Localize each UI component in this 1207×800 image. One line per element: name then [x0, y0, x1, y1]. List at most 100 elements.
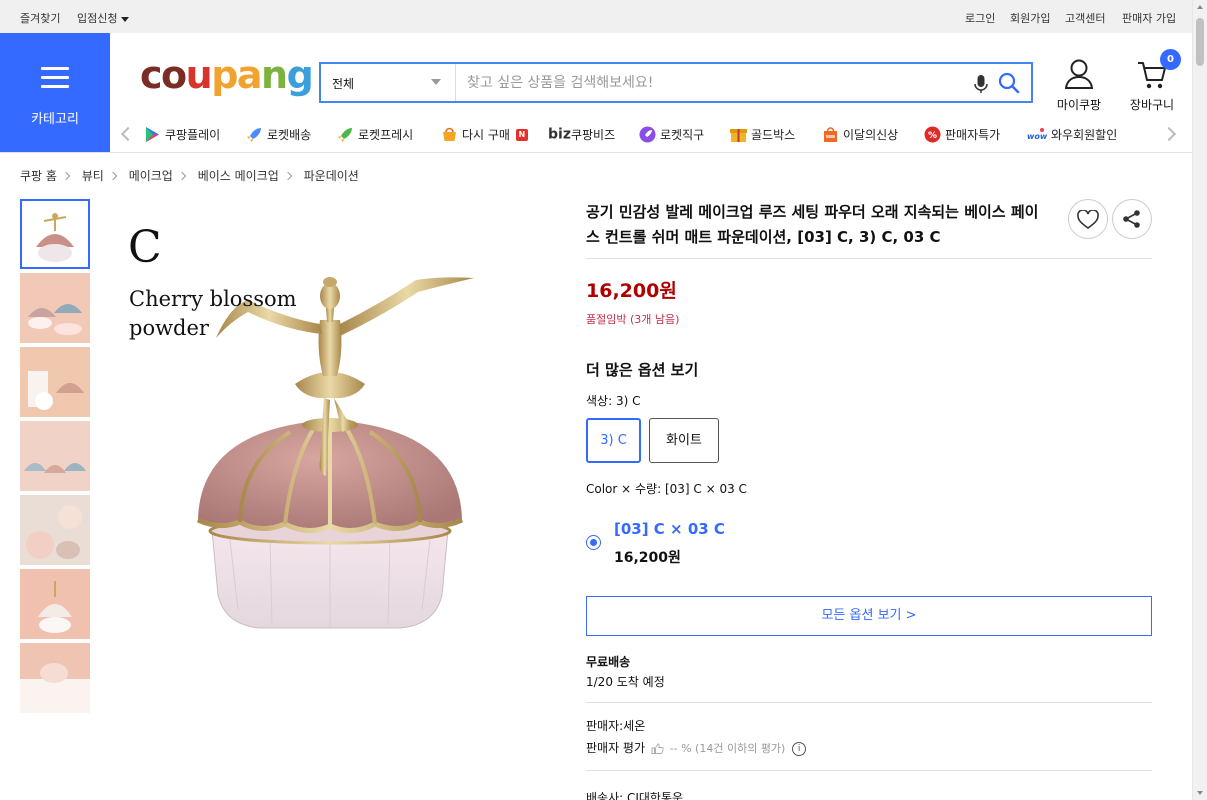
- nav-item-rebuy[interactable]: 다시 구매 N: [441, 126, 528, 146]
- service-nav: 쿠팡플레이 로켓배송 로켓프레시 다시 구매 N biz쿠팡비즈 로켓직구 골드…: [110, 118, 1192, 153]
- carrier-info: 배송사: CJ대한통운: [586, 791, 684, 800]
- vertical-scrollbar[interactable]: [1192, 0, 1207, 800]
- section-divider: [586, 770, 1152, 771]
- seller-name[interactable]: 판매자:세온: [586, 717, 645, 734]
- scroll-up-icon[interactable]: [1197, 5, 1203, 9]
- hamburger-icon: [41, 67, 69, 94]
- nav-item-wow-discount[interactable]: wow 와우회원할인: [1027, 126, 1117, 146]
- scroll-down-icon[interactable]: [1197, 791, 1203, 795]
- svg-text:wow: wow: [1027, 132, 1047, 141]
- image-caption: Cherry blossom powder: [129, 287, 297, 340]
- breadcrumb-item[interactable]: 파운데이션: [304, 169, 359, 183]
- selected-option-name[interactable]: [03] C × 03 C: [614, 520, 725, 538]
- nav-item-goldbox[interactable]: 골드박스: [730, 126, 795, 146]
- product-title: 공기 민감성 발레 메이크업 루즈 세팅 파우더 오래 지속되는 베이스 페이스…: [586, 203, 1039, 246]
- microphone-icon[interactable]: [971, 73, 991, 95]
- product-thumbnail[interactable]: [20, 569, 90, 639]
- breadcrumb-chevron-icon: [283, 171, 293, 181]
- product-thumbnail[interactable]: [20, 495, 90, 565]
- bookmark-link[interactable]: 즐겨찾기: [20, 10, 60, 26]
- breadcrumb-item[interactable]: 뷰티: [82, 169, 104, 183]
- rocket-global-icon: [639, 126, 656, 143]
- rocket-icon: [247, 128, 261, 142]
- svg-text:%: %: [928, 131, 937, 141]
- biz-icon: biz: [548, 126, 571, 143]
- search-category-select[interactable]: 전체: [321, 64, 456, 101]
- section-divider: [586, 258, 1152, 259]
- play-icon: [146, 127, 159, 142]
- section-divider: [586, 702, 1152, 703]
- scrollbar-thumb[interactable]: [1196, 18, 1204, 66]
- option-chip-3c[interactable]: 3) C: [586, 418, 641, 463]
- nav-item-rocket-delivery[interactable]: 로켓배송: [246, 126, 311, 146]
- heart-icon: [1077, 210, 1099, 229]
- my-coupang-button[interactable]: 마이쿠팡: [1049, 58, 1109, 114]
- image-letter: C: [128, 222, 162, 273]
- category-button[interactable]: 카테고리: [0, 33, 110, 152]
- nav-item-new-arrivals[interactable]: 이달의신상: [822, 126, 898, 146]
- share-icon: [1123, 210, 1140, 228]
- shipping-eta: 1/20 도착 예정: [586, 675, 665, 689]
- caret-down-icon: [121, 16, 130, 22]
- breadcrumb-chevron-icon: [61, 171, 71, 181]
- user-icon: [1064, 59, 1094, 89]
- cart-count-badge: 0: [1160, 49, 1181, 70]
- more-options-heading: 더 많은 옵션 보기: [586, 361, 699, 379]
- search-bar: 전체: [319, 62, 1033, 103]
- chevron-right-icon[interactable]: [1161, 126, 1177, 142]
- breadcrumb-chevron-icon: [108, 171, 118, 181]
- search-category-value: 전체: [332, 77, 355, 91]
- product-main-image[interactable]: [120, 200, 530, 660]
- wow-icon: wow: [1027, 128, 1047, 141]
- customer-center-link[interactable]: 고객센터: [1065, 10, 1105, 26]
- nav-item-coupang-biz[interactable]: biz쿠팡비즈: [548, 126, 615, 146]
- product-thumbnail[interactable]: [20, 421, 90, 491]
- option-radio[interactable]: [586, 535, 601, 550]
- seller-apply-label: 입점신청: [77, 12, 118, 25]
- header-divider: [0, 152, 1192, 153]
- color-label: 색상: 3) C: [586, 394, 641, 408]
- all-options-button[interactable]: 모든 옵션 보기 >: [586, 596, 1152, 636]
- share-button[interactable]: [1112, 199, 1152, 239]
- nav-item-rocket-fresh[interactable]: 로켓프레시: [337, 126, 413, 146]
- nav-item-rocket-global[interactable]: 로켓직구: [639, 126, 704, 146]
- breadcrumb: 쿠팡 홈 뷰티 메이크업 베이스 메이크업 파운데이션: [20, 167, 359, 184]
- stock-warning: 품절임박 (3개 남음): [586, 313, 680, 326]
- login-link[interactable]: 로그인: [965, 10, 995, 26]
- category-label: 카테고리: [31, 112, 79, 127]
- seller-rating-value: -- % (14건 이하의 평가): [669, 742, 786, 755]
- thumbs-up-icon: [651, 743, 664, 754]
- seller-rating-label: 판매자 평가: [586, 741, 646, 755]
- product-thumbnail[interactable]: [20, 347, 90, 417]
- color-quantity-label: Color × 수량: [03] C × 03 C: [586, 482, 747, 496]
- product-thumbnail[interactable]: [20, 273, 90, 343]
- my-coupang-label: 마이쿠팡: [1056, 98, 1102, 112]
- new-badge-icon: N: [515, 128, 528, 141]
- nav-item-seller-deals[interactable]: % 판매자특가: [924, 126, 1000, 146]
- option-chip-white[interactable]: 화이트: [649, 418, 719, 463]
- search-icon[interactable]: [997, 71, 1021, 95]
- signup-link[interactable]: 회원가입: [1010, 10, 1050, 26]
- product-price: 16,200원: [586, 280, 677, 302]
- coupang-logo[interactable]: coupang: [140, 56, 314, 94]
- goldbox-icon: [730, 129, 747, 142]
- seller-apply-link[interactable]: 입점신청: [77, 10, 130, 26]
- info-icon[interactable]: i: [792, 741, 807, 756]
- seller-rating: 판매자 평가 -- % (14건 이하의 평가) i: [586, 739, 807, 756]
- chevron-left-icon[interactable]: [120, 126, 136, 142]
- top-utility-bar: 즐겨찾기 입점신청 로그인 회원가입 고객센터 판매자 가입: [0, 0, 1192, 33]
- new-arrival-icon: [824, 127, 837, 142]
- breadcrumb-item[interactable]: 쿠팡 홈: [20, 169, 57, 183]
- breadcrumb-item[interactable]: 베이스 메이크업: [198, 169, 279, 183]
- breadcrumb-chevron-icon: [177, 171, 187, 181]
- selected-option-price: 16,200원: [614, 550, 681, 566]
- product-thumbnail[interactable]: [20, 199, 90, 269]
- rocket-fresh-icon: [338, 128, 352, 142]
- product-thumbnail[interactable]: [20, 643, 90, 713]
- breadcrumb-item[interactable]: 메이크업: [129, 169, 173, 183]
- search-input[interactable]: [457, 64, 957, 101]
- wishlist-button[interactable]: [1068, 199, 1108, 239]
- cart-label: 장바구니: [1129, 98, 1175, 112]
- seller-signup-link[interactable]: 판매자 가입: [1122, 10, 1176, 26]
- nav-item-coupang-play[interactable]: 쿠팡플레이: [144, 126, 220, 146]
